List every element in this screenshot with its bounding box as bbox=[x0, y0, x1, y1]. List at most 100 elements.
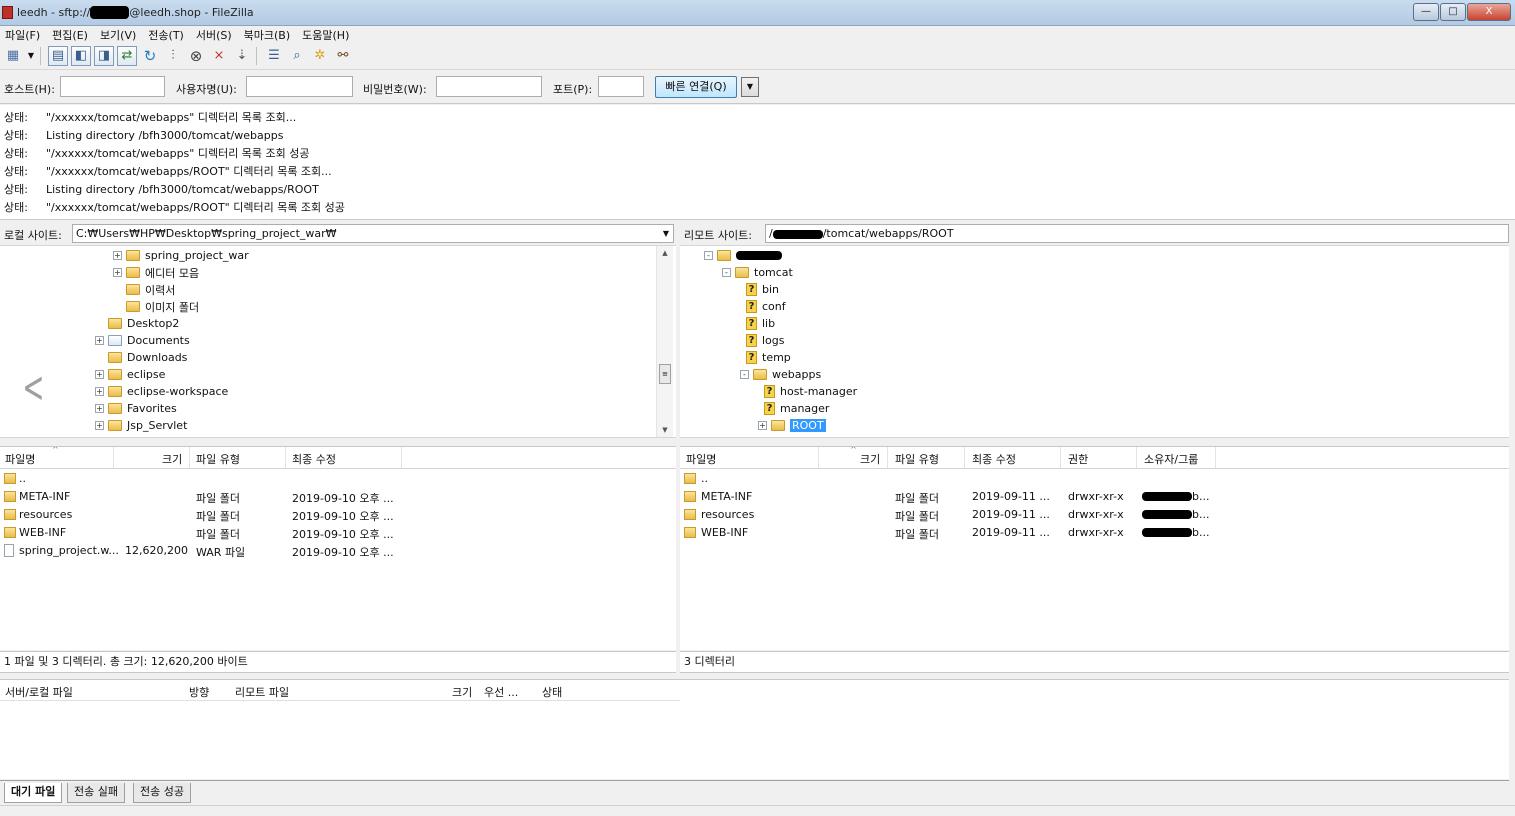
menu-bookmarks[interactable]: 북마크(B) bbox=[239, 26, 298, 42]
cancel-icon[interactable]: ⊗ bbox=[186, 46, 206, 66]
tree-node[interactable]: Downloads bbox=[95, 349, 187, 366]
local-file-list[interactable]: 파일명 ^ 크기 파일 유형 최종 수정 .. META-INF 파일 폴더 201… bbox=[0, 446, 676, 650]
expand-icon[interactable]: - bbox=[740, 370, 749, 379]
column-header-server-local-file[interactable]: 서버/로컬 파일 bbox=[5, 684, 73, 700]
column-header-type[interactable]: 파일 유형 bbox=[895, 451, 939, 467]
column-separator[interactable] bbox=[189, 447, 190, 468]
sync-browse-icon[interactable]: ✲ bbox=[310, 46, 330, 66]
minimize-button[interactable]: — bbox=[1413, 3, 1439, 21]
tree-node[interactable]: - tomcat bbox=[722, 264, 793, 281]
tree-node[interactable]: ? temp bbox=[746, 349, 791, 366]
tree-node[interactable]: ? logs bbox=[746, 332, 785, 349]
tree-node-selected[interactable]: + ROOT bbox=[758, 417, 826, 434]
site-manager-dropdown-icon[interactable]: ▼ bbox=[26, 46, 36, 66]
expand-icon[interactable]: + bbox=[95, 404, 104, 413]
menu-transfer[interactable]: 전송(T) bbox=[143, 26, 191, 42]
remote-file-list[interactable]: 파일명 ^ 크기 파일 유형 최종 수정 권한 소유자/그룹 .. META-I… bbox=[680, 446, 1509, 650]
file-row[interactable]: META-INF 파일 폴더 2019-09-10 오후 ... bbox=[0, 488, 676, 506]
quickconnect-dropdown-icon[interactable]: ▼ bbox=[741, 77, 759, 97]
remote-path-input[interactable]: //tomcat/webapps/ROOT bbox=[765, 224, 1509, 243]
local-directory-tree[interactable]: + spring_project_war + 에디터 모음 이력서 이미지 폴더 D… bbox=[0, 245, 676, 438]
quickconnect-button[interactable]: 빠른 연결(Q) bbox=[655, 76, 737, 98]
tree-node[interactable]: + 에디터 모음 bbox=[113, 264, 199, 281]
tree-node[interactable]: + Documents bbox=[95, 332, 190, 349]
tree-node[interactable]: - bbox=[704, 247, 782, 264]
column-separator[interactable] bbox=[818, 447, 819, 468]
column-header-modified[interactable]: 최종 수정 bbox=[972, 451, 1016, 467]
filter-icon[interactable]: ☰ bbox=[264, 46, 284, 66]
file-row[interactable]: resources 파일 폴더 2019-09-11 ... drwxr-xr-x b.… bbox=[680, 506, 1509, 524]
menu-view[interactable]: 보기(V) bbox=[95, 26, 143, 42]
scrollbar-thumb[interactable]: ≡ bbox=[659, 364, 671, 384]
reconnect-icon[interactable]: ⇣ bbox=[232, 46, 252, 66]
refresh-icon[interactable]: ↻ bbox=[140, 46, 160, 66]
compare-icon[interactable]: ⌕ bbox=[287, 46, 307, 66]
file-row[interactable]: .. bbox=[680, 470, 1509, 488]
tree-node[interactable]: + eclipse bbox=[95, 366, 165, 383]
tree-node[interactable]: ? manager bbox=[764, 400, 829, 417]
scroll-down-icon[interactable]: ▼ bbox=[657, 426, 673, 434]
close-button[interactable]: X bbox=[1467, 3, 1511, 21]
expand-icon[interactable]: + bbox=[113, 268, 122, 277]
column-header-filename[interactable]: 파일명 bbox=[5, 451, 35, 467]
expand-icon[interactable]: + bbox=[95, 370, 104, 379]
column-separator[interactable] bbox=[1060, 447, 1061, 468]
tree-node[interactable]: ? lib bbox=[746, 315, 775, 332]
tree-node[interactable]: + spring_project_war bbox=[113, 247, 249, 264]
column-header-permissions[interactable]: 권한 bbox=[1068, 451, 1088, 467]
expand-icon[interactable]: - bbox=[704, 251, 713, 260]
menu-help[interactable]: 도움말(H) bbox=[297, 26, 356, 42]
column-header-owner[interactable]: 소유자/그룹 bbox=[1144, 451, 1198, 467]
expand-icon[interactable]: + bbox=[95, 421, 104, 430]
local-tree-scrollbar[interactable]: ▲ ≡ ▼ bbox=[656, 246, 673, 437]
port-input[interactable] bbox=[598, 76, 644, 97]
expand-icon[interactable]: - bbox=[722, 268, 731, 277]
chevron-down-icon[interactable]: ▼ bbox=[663, 225, 669, 242]
tab-failed-transfers[interactable]: 전송 실패 bbox=[67, 783, 125, 803]
toggle-message-log-icon[interactable]: ▤ bbox=[48, 45, 68, 66]
tree-node[interactable]: 이미지 폴더 bbox=[113, 298, 199, 315]
menu-file[interactable]: 파일(F) bbox=[0, 26, 47, 42]
file-row[interactable]: resources 파일 폴더 2019-09-10 오후 ... bbox=[0, 506, 676, 524]
column-header-direction[interactable]: 방향 bbox=[189, 684, 209, 700]
scroll-up-icon[interactable]: ▲ bbox=[657, 249, 673, 257]
column-separator[interactable] bbox=[887, 447, 888, 468]
column-separator[interactable] bbox=[1215, 447, 1216, 468]
tree-node[interactable]: + eclipse-workspace bbox=[95, 383, 228, 400]
tab-queued-files[interactable]: 대기 파일 bbox=[4, 783, 63, 803]
file-row[interactable]: spring_project.w... 12,620,200 WAR 파일 2019-… bbox=[0, 542, 676, 560]
tree-node[interactable]: - webapps bbox=[740, 366, 821, 383]
file-row[interactable]: META-INF 파일 폴더 2019-09-11 ... drwxr-xr-x b..… bbox=[680, 488, 1509, 506]
tree-node[interactable]: Desktop2 bbox=[95, 315, 179, 332]
column-separator[interactable] bbox=[964, 447, 965, 468]
file-row[interactable]: .. bbox=[0, 470, 676, 488]
column-header-type[interactable]: 파일 유형 bbox=[196, 451, 240, 467]
disconnect-icon[interactable]: ⨯ bbox=[209, 46, 229, 66]
remote-directory-tree[interactable]: - - tomcat ? bin ? conf ? lib ? logs ? temp - w… bbox=[680, 245, 1509, 438]
host-input[interactable] bbox=[60, 76, 165, 97]
tree-node[interactable]: ? host-manager bbox=[764, 383, 857, 400]
message-log[interactable]: 상태: "/xxxxxx/tomcat/webapps" 디렉터리 목록 조회..… bbox=[0, 105, 1515, 220]
menu-server[interactable]: 서버(S) bbox=[191, 26, 239, 42]
maximize-button[interactable]: □ bbox=[1440, 3, 1466, 21]
column-header-size[interactable]: 크기 bbox=[162, 451, 182, 467]
username-input[interactable] bbox=[246, 76, 353, 97]
toggle-local-tree-icon[interactable]: ◧ bbox=[71, 45, 91, 66]
column-header-priority[interactable]: 우선 ... bbox=[484, 684, 518, 700]
expand-icon[interactable]: + bbox=[113, 251, 122, 260]
transfer-queue[interactable]: 서버/로컬 파일 방향 리모트 파일 크기 우선 ... 상태 bbox=[0, 679, 1509, 779]
search-binoculars-icon[interactable]: ⚯ bbox=[333, 46, 353, 66]
tree-node[interactable]: + Favorites bbox=[95, 400, 177, 417]
column-header-size[interactable]: 크기 bbox=[860, 451, 880, 467]
column-separator[interactable] bbox=[113, 447, 114, 468]
column-header-remote-file[interactable]: 리모트 파일 bbox=[235, 684, 289, 700]
local-path-combobox[interactable]: C:₩Users₩HP₩Desktop₩spring_project_war₩ … bbox=[72, 224, 674, 243]
tab-successful-transfers[interactable]: 전송 성공 bbox=[133, 783, 191, 803]
tree-node[interactable]: + Jsp_Servlet bbox=[95, 417, 187, 434]
file-row[interactable]: WEB-INF 파일 폴더 2019-09-10 오후 ... bbox=[0, 524, 676, 542]
expand-icon[interactable]: + bbox=[95, 387, 104, 396]
expand-icon[interactable]: + bbox=[95, 336, 104, 345]
chevron-left-icon[interactable]: < bbox=[22, 366, 44, 410]
menu-edit[interactable]: 편집(E) bbox=[47, 26, 95, 42]
site-manager-icon[interactable]: ▦ bbox=[3, 46, 23, 66]
